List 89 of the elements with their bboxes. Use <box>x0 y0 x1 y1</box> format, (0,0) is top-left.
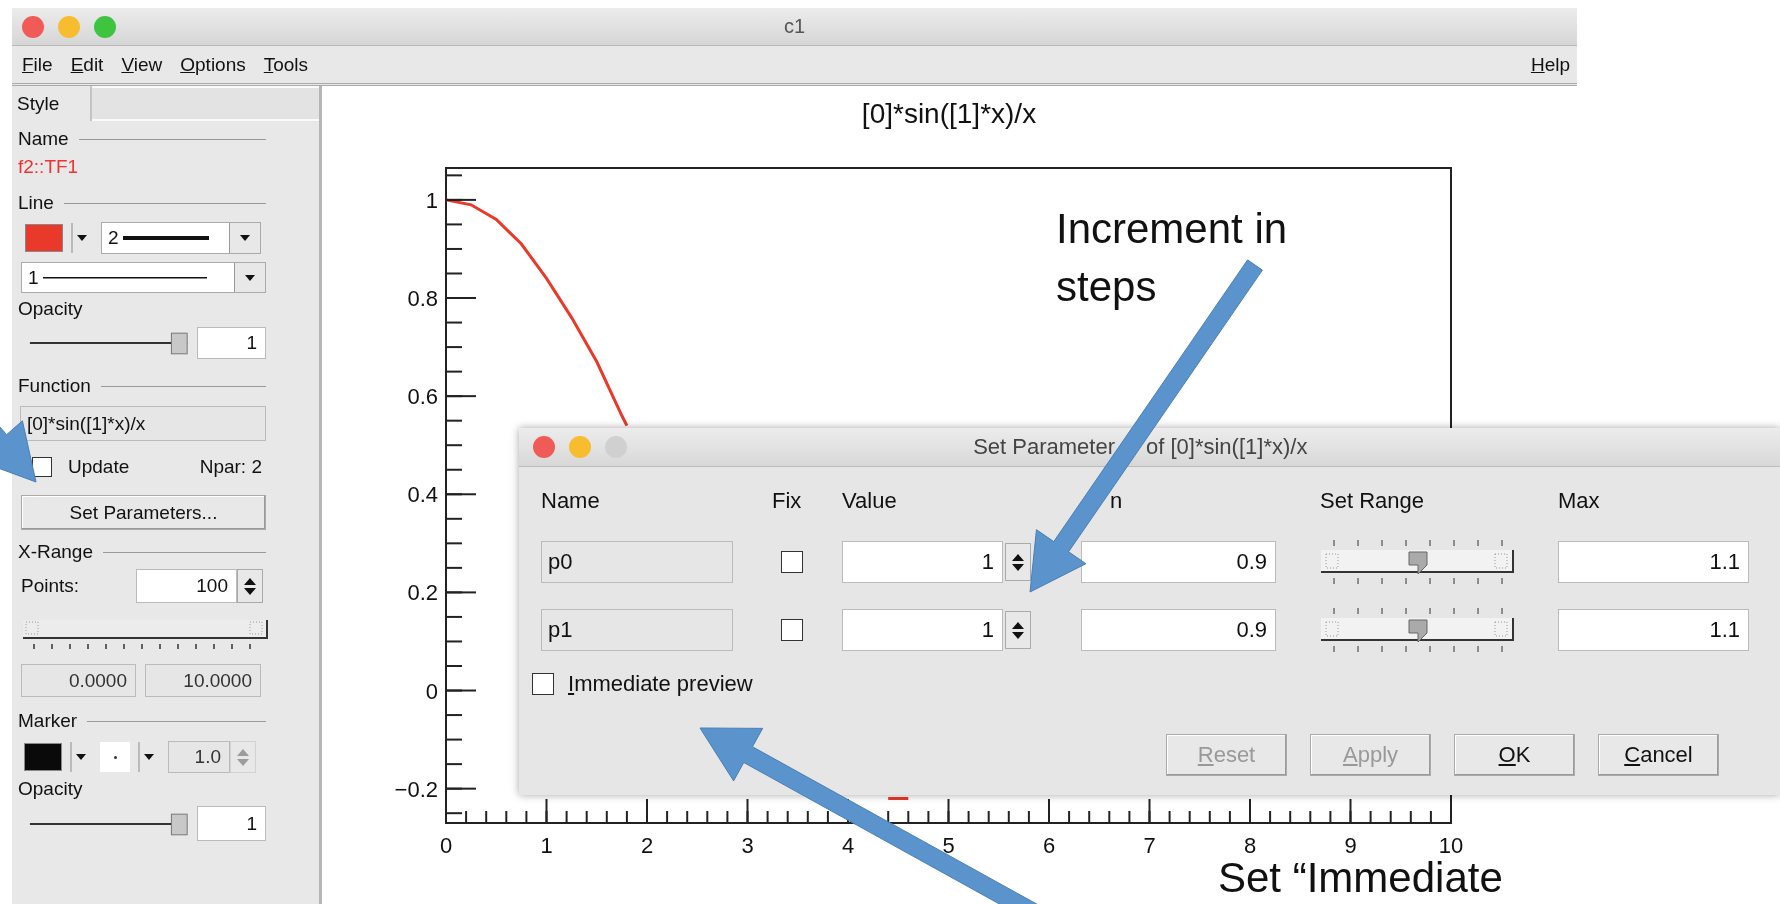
x-tick-label: 5 <box>942 833 955 858</box>
y-tick-label: 0 <box>425 678 438 704</box>
parameter-name-field: p1 <box>541 609 733 651</box>
max-field[interactable]: 1.1 <box>1558 541 1749 583</box>
line-style-dropdown[interactable]: 1 <box>21 262 266 293</box>
line-width-dropdown[interactable]: 2 <box>101 222 261 254</box>
menu-item[interactable]: View <box>114 51 170 78</box>
range-min-field[interactable]: 0.0000 <box>21 664 136 697</box>
section-label: X-Range <box>18 541 93 563</box>
opacity-field[interactable]: 1 <box>197 327 266 359</box>
menu-item[interactable]: Options <box>173 51 253 78</box>
section-label: Opacity <box>18 298 83 319</box>
x-tick-label: 6 <box>1042 833 1056 858</box>
dialog-title: Set Parameter <box>973 434 1115 460</box>
menu-item[interactable]: File <box>15 51 60 78</box>
checkbox[interactable] <box>781 619 803 641</box>
checkbox-label: Update <box>68 456 130 478</box>
y-tick-label: 0.2 <box>407 580 438 606</box>
y-tick-label: 0.6 <box>407 384 438 410</box>
section-label: Line <box>18 192 54 214</box>
object-name: f2::TF1 <box>18 156 79 177</box>
column-header: Value <box>842 488 897 514</box>
line-sample-icon <box>122 235 209 241</box>
section-label: Name <box>18 128 69 150</box>
checkbox[interactable] <box>32 457 52 477</box>
column-header: Name <box>541 488 600 514</box>
chart-title: [0]*sin([1]*x)/x <box>861 98 1037 129</box>
window-control-icon[interactable] <box>533 436 555 458</box>
y-tick-label: 1 <box>425 187 438 213</box>
column-header: n <box>1110 488 1123 514</box>
opacity-field[interactable]: 1 <box>197 806 266 841</box>
range-slider[interactable] <box>1320 606 1515 654</box>
x-tick-label: 2 <box>640 833 654 858</box>
section-label: Opacity <box>18 778 83 799</box>
checkbox[interactable] <box>532 673 554 695</box>
slider-handle[interactable] <box>249 621 263 635</box>
x-tick-label: 7 <box>1143 833 1156 858</box>
color-swatch[interactable] <box>24 743 62 771</box>
spin-buttons[interactable] <box>1005 543 1031 581</box>
checkbox-label: Immediate preview <box>568 671 753 697</box>
set-parameters-button[interactable]: Set Parameters... <box>21 495 266 530</box>
marker-style-box[interactable] <box>100 742 130 772</box>
spin-buttons[interactable] <box>237 569 263 603</box>
range-max-field[interactable]: 10.0000 <box>145 664 261 697</box>
menu-item[interactable]: Edit <box>63 51 111 78</box>
slider-thumb[interactable] <box>1408 551 1428 575</box>
menu-item[interactable]: Tools <box>256 51 316 78</box>
caret-icon <box>144 754 154 760</box>
dialog-title: of [0]*sin([1]*x)/x <box>1146 434 1308 460</box>
points-label: Points: <box>21 575 81 597</box>
column-header: Fix <box>772 488 802 514</box>
caret-icon <box>76 754 86 760</box>
slider-thumb[interactable] <box>170 813 188 835</box>
line-sample-icon <box>42 276 207 279</box>
caret-icon <box>240 235 250 241</box>
min-field[interactable]: 0.9 <box>1081 541 1276 583</box>
x-tick-label: 1 <box>540 833 553 858</box>
column-header: Max <box>1558 488 1600 514</box>
spin-buttons[interactable] <box>1005 611 1031 649</box>
formula-field[interactable]: [0]*sin([1]*x)/x <box>20 406 266 441</box>
window-control-icon[interactable] <box>22 15 44 38</box>
dialog-button[interactable]: OK <box>1454 734 1575 776</box>
menu-item[interactable]: Help <box>1523 51 1577 78</box>
section-label: Function <box>18 375 91 397</box>
npar-label: Npar: 2 <box>199 456 262 478</box>
section-label: Marker <box>18 710 78 732</box>
range-slider[interactable] <box>1320 538 1515 586</box>
points-field[interactable]: 100 <box>136 569 237 603</box>
x-tick-label: 4 <box>841 833 855 858</box>
checkbox[interactable] <box>781 551 803 573</box>
y-tick-label: 0.8 <box>407 286 438 311</box>
y-tick-label: −0.2 <box>394 776 438 802</box>
value-field[interactable]: 1 <box>842 541 1003 583</box>
value-field[interactable]: 1 <box>842 609 1003 651</box>
slider-thumb[interactable] <box>170 332 188 355</box>
x-tick-label: 3 <box>741 833 754 858</box>
caret-icon <box>245 274 255 281</box>
y-tick-label: 0.4 <box>407 482 438 508</box>
dialog-button[interactable]: Cancel <box>1598 734 1719 776</box>
max-field[interactable]: 1.1 <box>1558 609 1749 651</box>
window-title: c1 <box>783 15 806 38</box>
column-header: Set Range <box>1320 488 1424 514</box>
color-swatch[interactable] <box>25 224 63 252</box>
caret-icon <box>77 235 87 241</box>
min-field[interactable]: 0.9 <box>1081 609 1276 651</box>
x-tick-label: 0 <box>439 833 453 858</box>
annotation-text: Increment in steps <box>1056 204 1289 312</box>
parameter-name-field: p0 <box>541 541 733 583</box>
slider-thumb[interactable] <box>1408 619 1428 643</box>
